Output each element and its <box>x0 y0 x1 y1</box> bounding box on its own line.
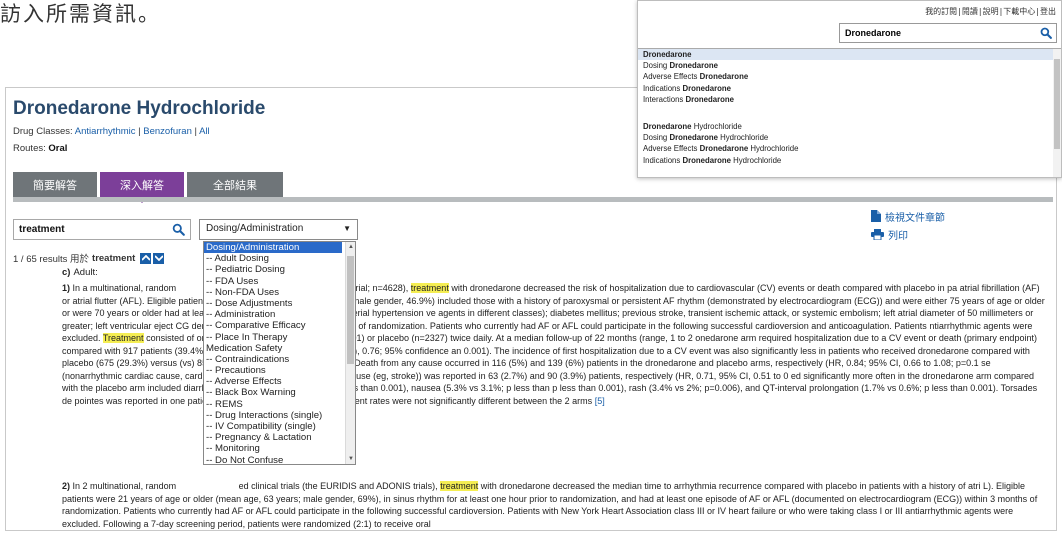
my-subscription-link[interactable]: 我的訂閱 <box>925 7 957 16</box>
results-count: 1 / 65 results 用於 <box>13 254 90 265</box>
scroll-down-icon[interactable]: ▼ <box>348 456 354 462</box>
answer-tabs: 簡要解答 深入解答 全部結果 <box>13 172 286 203</box>
scrollbar-thumb[interactable] <box>1054 59 1060 149</box>
global-search-overlay: 我的訂閱|閱讀|說明|下載中心|登出 Dronedarone Dosing Dr… <box>637 0 1062 178</box>
routes-label: Routes: <box>13 143 46 154</box>
document-icon <box>871 210 881 222</box>
dropdown-option[interactable]: -- Contraindications <box>204 354 342 365</box>
section-select[interactable]: Dosing/Administration ▼ <box>199 219 358 240</box>
section-dropdown-list: Dosing/Administration -- Adult Dosing --… <box>203 241 356 465</box>
dropdown-option[interactable]: -- Do Not Confuse <box>204 455 342 464</box>
help-link[interactable]: 說明 <box>983 7 999 16</box>
reference-link[interactable]: [5] <box>595 396 605 406</box>
search-icon <box>1040 27 1052 39</box>
tab-divider <box>13 197 1053 202</box>
text-segment: In 2 multinational, random <box>72 481 177 491</box>
document-search-button[interactable] <box>167 220 189 239</box>
autocomplete-item[interactable]: Adverse Effects Dronedarone <box>638 71 1061 82</box>
search-highlight: treatment <box>410 283 449 293</box>
intro-text: 訪入所需資訊。 <box>0 2 161 26</box>
drug-class-link-all[interactable]: All <box>199 126 210 137</box>
dropdown-option[interactable]: -- Black Box Warning <box>204 387 342 398</box>
chevron-up-icon <box>141 255 150 261</box>
dropdown-option[interactable]: -- Pediatric Dosing <box>204 264 342 275</box>
autocomplete-list: Dronedarone Dosing Dronedarone Adverse E… <box>638 48 1061 177</box>
results-term: treatment <box>92 252 136 264</box>
autocomplete-item[interactable]: Dosing Dronedarone <box>638 60 1061 71</box>
autocomplete-item[interactable]: Interactions Dronedarone <box>638 94 1061 105</box>
scroll-up-icon[interactable]: ▲ <box>348 244 354 250</box>
routes-value: Oral <box>48 143 68 154</box>
dropdown-option[interactable]: -- Dose Adjustments <box>204 298 342 309</box>
caret-down-icon: ▼ <box>343 224 351 233</box>
search-highlight: treatment <box>440 481 479 491</box>
logout-link[interactable]: 登出 <box>1040 7 1056 16</box>
dropdown-option[interactable]: Medication Safety <box>204 343 342 354</box>
autocomplete-item[interactable]: Indications Dronedarone <box>638 83 1061 94</box>
dropdown-option[interactable]: -- Administration <box>204 309 342 320</box>
subheading-letter: c) <box>62 267 71 278</box>
dropdown-option[interactable]: -- Pregnancy & Lactation <box>204 432 342 443</box>
dropdown-option[interactable]: -- Adverse Effects <box>204 376 342 387</box>
view-document-sections-link[interactable]: 檢視文件章節 <box>885 209 945 224</box>
document-actions: 檢視文件章節 列印 <box>871 208 945 244</box>
print-link[interactable]: 列印 <box>888 227 908 242</box>
page-title: Dronedarone Hydrochloride <box>13 98 266 119</box>
dropdown-option[interactable]: -- Non-FDA Uses <box>204 287 342 298</box>
text-segment: ed clinical trials (the EURIDIS and ADON… <box>238 481 438 491</box>
text-segment: with dronedarone decreased the risk of h… <box>451 283 958 293</box>
subheading-text: Adult: <box>73 267 98 278</box>
paragraph-number: 1) <box>62 283 71 293</box>
dropdown-option[interactable]: -- Drug Interactions (single) <box>204 410 342 421</box>
global-search-input[interactable] <box>839 23 1057 43</box>
next-result-button[interactable] <box>153 252 165 264</box>
top-account-links: 我的訂閱|閱讀|說明|下載中心|登出 <box>925 7 1056 16</box>
drug-classes-line: Drug Classes: Antiarrhythmic | Benzofura… <box>13 126 210 137</box>
text-segment: In a multinational, random <box>72 283 177 293</box>
autocomplete-item[interactable]: Dronedarone Hydrochloride <box>638 121 1061 132</box>
download-center-link[interactable]: 下載中心 <box>1003 7 1035 16</box>
text-segment: with dronedarone decreased the median ti… <box>480 481 981 491</box>
tab-all-results[interactable]: 全部結果 <box>187 172 283 197</box>
dropdown-option[interactable]: -- REMS <box>204 399 342 410</box>
autocomplete-spacer <box>638 105 1061 121</box>
dropdown-option[interactable]: -- Precautions <box>204 365 342 376</box>
dropdown-option[interactable]: Dosing/Administration <box>204 242 342 254</box>
dropdown-option[interactable]: -- Adult Dosing <box>204 253 342 264</box>
autocomplete-scrollbar[interactable] <box>1053 49 1061 177</box>
dropdown-option[interactable]: -- FDA Uses <box>204 276 342 287</box>
autocomplete-item[interactable]: Indications Dronedarone Hydrochloride <box>638 155 1061 166</box>
results-navigator: 1 / 65 results 用於 treatment <box>13 251 165 265</box>
paragraph-number: 2) <box>62 481 71 491</box>
drug-class-link-benzofuran[interactable]: Benzofuran <box>143 126 192 137</box>
print-icon <box>871 228 884 240</box>
document-search-input[interactable] <box>13 219 191 240</box>
search-icon <box>172 223 185 236</box>
previous-result-button[interactable] <box>140 252 152 264</box>
dropdown-option[interactable]: -- IV Compatibility (single) <box>204 421 342 432</box>
dropdown-scrollbar[interactable]: ▲ ▼ <box>345 242 355 464</box>
autocomplete-item[interactable]: Adverse Effects Dronedarone Hydrochlorid… <box>638 143 1061 154</box>
global-search-button[interactable] <box>1038 25 1054 41</box>
dropdown-option[interactable]: -- Comparative Efficacy <box>204 320 342 331</box>
autocomplete-item[interactable]: Dronedarone <box>638 49 1061 61</box>
autocomplete-item[interactable]: Dosing Dronedarone Hydrochloride <box>638 132 1061 143</box>
chevron-down-icon <box>154 255 163 261</box>
scrollbar-thumb[interactable] <box>347 256 354 364</box>
reading-link[interactable]: 閱讀 <box>962 7 978 16</box>
section-subheading: c) Adult: <box>62 267 98 278</box>
dropdown-option[interactable]: -- Monitoring <box>204 443 342 454</box>
drug-class-link-antiarrhythmic[interactable]: Antiarrhythmic <box>75 126 136 137</box>
paragraph-euridis-adonis: 2) In 2 multinational, random ed clinica… <box>62 480 1047 530</box>
dropdown-option[interactable]: -- Place In Therapy <box>204 332 342 343</box>
tab-in-depth-answer[interactable]: 深入解答 <box>100 172 184 203</box>
tab-quick-answer[interactable]: 簡要解答 <box>13 172 97 197</box>
search-highlight: Treatment <box>102 333 144 343</box>
section-select-value: Dosing/Administration <box>206 223 304 234</box>
routes-line: Routes: Oral <box>13 143 67 154</box>
drug-classes-label: Drug Classes: <box>13 126 73 137</box>
